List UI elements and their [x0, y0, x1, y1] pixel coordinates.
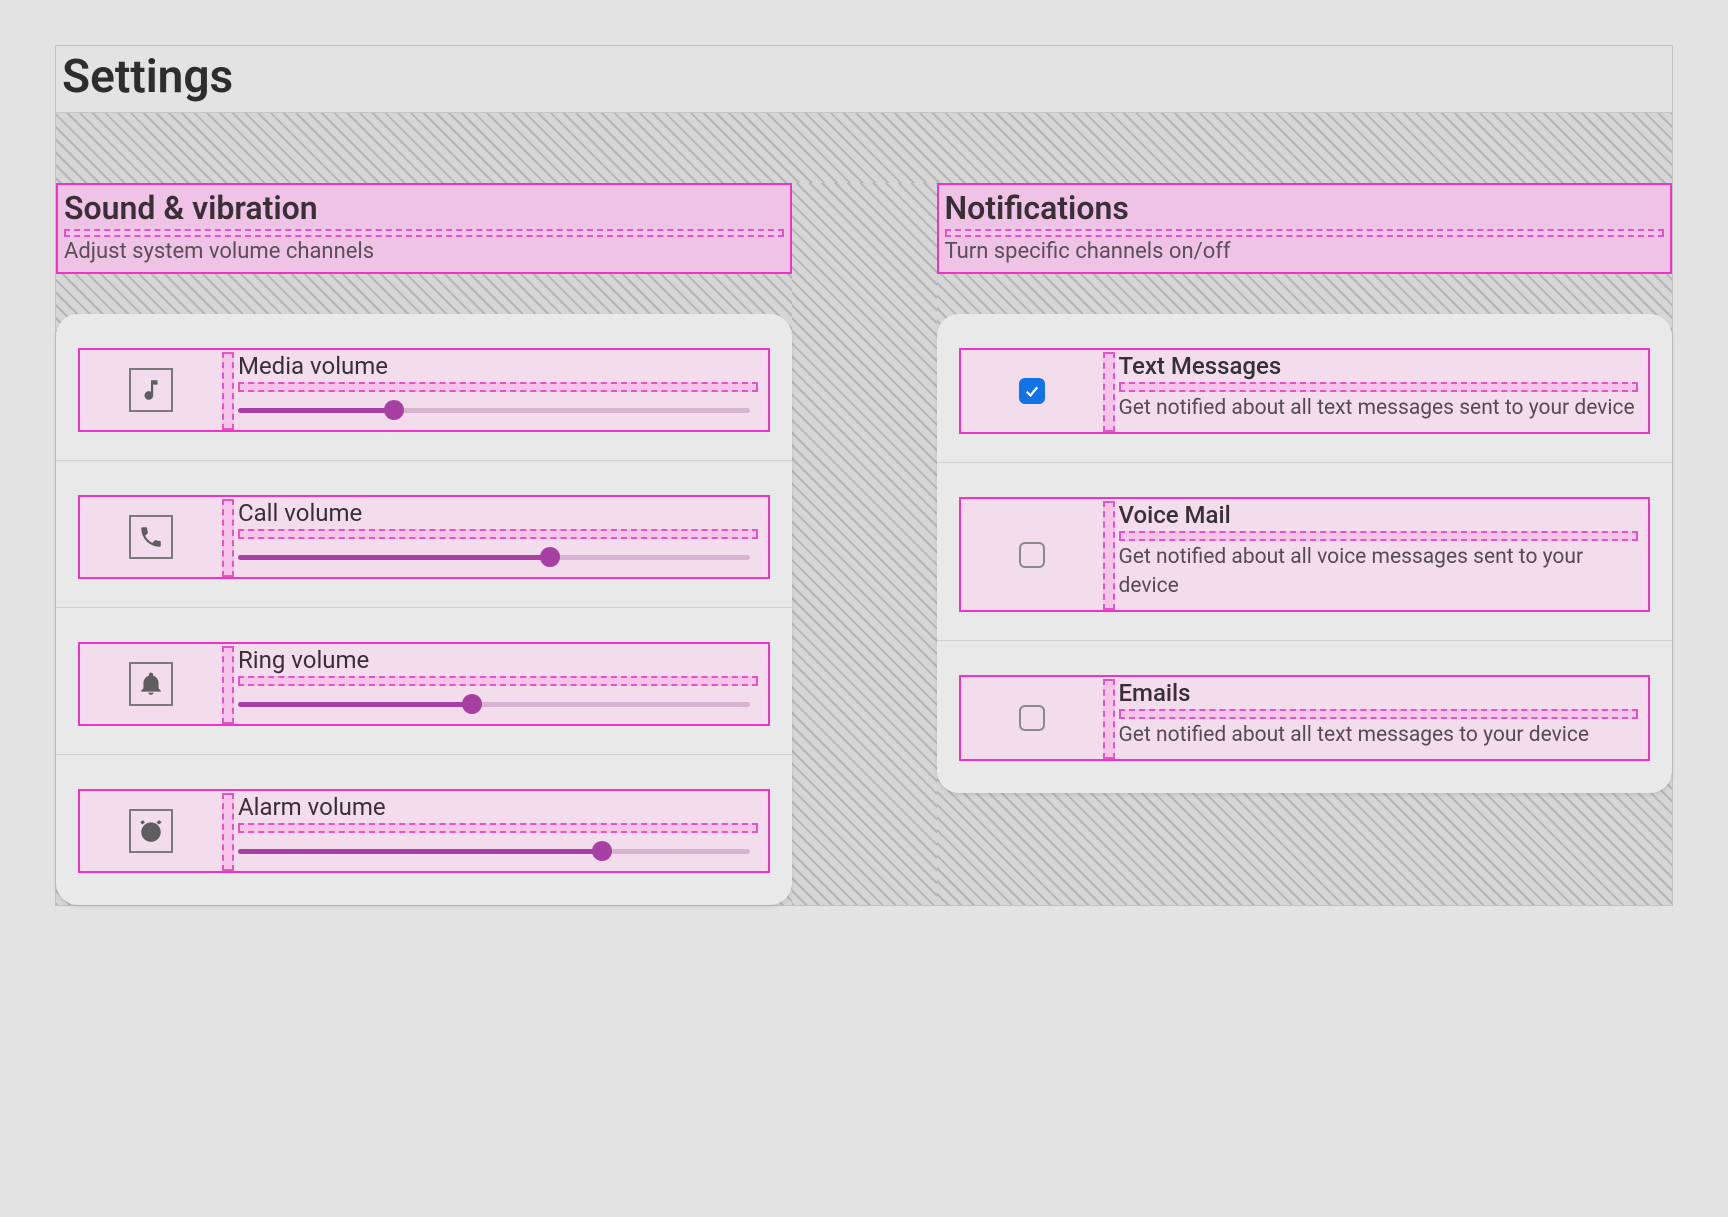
sound-row-icon-wrap — [80, 791, 222, 871]
media-volume-slider[interactable] — [238, 400, 758, 420]
emails-checkbox[interactable] — [1019, 705, 1045, 731]
decorative-divider — [222, 352, 234, 430]
slider-label: Media volume — [238, 352, 758, 380]
notif-row-voicemail: Voice Mail Get notified about all voice … — [959, 497, 1651, 612]
text-messages-checkbox[interactable] — [1019, 378, 1045, 404]
sound-row-icon-wrap — [80, 644, 222, 724]
decorative-divider — [238, 382, 758, 392]
decorative-divider — [1119, 531, 1639, 541]
notif-cell-text: Text Messages Get notified about all tex… — [937, 314, 1673, 463]
settings-body: Sound & vibration Adjust system volume c… — [56, 113, 1672, 905]
notifications-card: Text Messages Get notified about all tex… — [937, 314, 1673, 793]
notif-desc: Get notified about all text messages sen… — [1119, 394, 1639, 422]
notifications-title: Notifications — [945, 189, 1665, 227]
bell-icon — [129, 662, 173, 706]
decorative-divider — [1103, 352, 1115, 432]
settings-header: Settings — [56, 46, 1672, 113]
decorative-divider — [222, 499, 234, 577]
alarm-volume-slider[interactable] — [238, 841, 758, 861]
sound-row-alarm: Alarm volume — [78, 789, 770, 873]
notifications-section-header: Notifications Turn specific channels on/… — [937, 183, 1673, 274]
settings-panel: Settings Sound & vibration Adjust system… — [55, 45, 1673, 906]
decorative-divider — [222, 646, 234, 724]
sound-cell-ring: Ring volume — [56, 608, 792, 755]
notifications-subtitle: Turn specific channels on/off — [945, 239, 1665, 264]
decorative-divider — [1119, 382, 1639, 392]
decorative-divider — [945, 229, 1665, 237]
decorative-divider — [238, 676, 758, 686]
voice-mail-checkbox[interactable] — [1019, 542, 1045, 568]
decorative-divider — [238, 529, 758, 539]
column-gap — [792, 183, 937, 905]
ring-volume-slider[interactable] — [238, 694, 758, 714]
notif-row-emails: Emails Get notified about all text messa… — [959, 675, 1651, 761]
sound-row-media: Media volume — [78, 348, 770, 432]
sound-cell-call: Call volume — [56, 461, 792, 608]
notif-cell-emails: Emails Get notified about all text messa… — [937, 641, 1673, 789]
slider-label: Ring volume — [238, 646, 758, 674]
decorative-divider — [1103, 501, 1115, 610]
sound-card: Media volume — [56, 314, 792, 905]
call-volume-slider[interactable] — [238, 547, 758, 567]
notif-row-text: Text Messages Get notified about all tex… — [959, 348, 1651, 434]
notif-desc: Get notified about all voice messages se… — [1119, 543, 1639, 600]
sound-subtitle: Adjust system volume channels — [64, 239, 784, 264]
music-note-icon — [129, 368, 173, 412]
notifications-column: Notifications Turn specific channels on/… — [937, 183, 1673, 905]
sound-column: Sound & vibration Adjust system volume c… — [56, 183, 792, 905]
alarm-icon — [129, 809, 173, 853]
notif-label: Emails — [1119, 679, 1639, 707]
decorative-divider — [1103, 679, 1115, 759]
slider-label: Call volume — [238, 499, 758, 527]
sound-row-icon-wrap — [80, 497, 222, 577]
sound-section-header: Sound & vibration Adjust system volume c… — [56, 183, 792, 274]
phone-icon — [129, 515, 173, 559]
notif-desc: Get notified about all text messages to … — [1119, 721, 1639, 749]
notif-cell-voicemail: Voice Mail Get notified about all voice … — [937, 463, 1673, 641]
sound-cell-media: Media volume — [56, 314, 792, 461]
sound-row-icon-wrap — [80, 350, 222, 430]
sound-row-call: Call volume — [78, 495, 770, 579]
slider-label: Alarm volume — [238, 793, 758, 821]
decorative-divider — [64, 229, 784, 237]
decorative-divider — [238, 823, 758, 833]
notif-label: Voice Mail — [1119, 501, 1639, 529]
decorative-divider — [222, 793, 234, 871]
checkbox-wrap — [961, 677, 1103, 759]
decorative-divider — [1119, 709, 1639, 719]
sound-title: Sound & vibration — [64, 189, 784, 227]
sound-row-ring: Ring volume — [78, 642, 770, 726]
page-title: Settings — [62, 50, 1666, 104]
notif-label: Text Messages — [1119, 352, 1639, 380]
checkbox-wrap — [961, 499, 1103, 610]
sound-cell-alarm: Alarm volume — [56, 755, 792, 901]
checkbox-wrap — [961, 350, 1103, 432]
